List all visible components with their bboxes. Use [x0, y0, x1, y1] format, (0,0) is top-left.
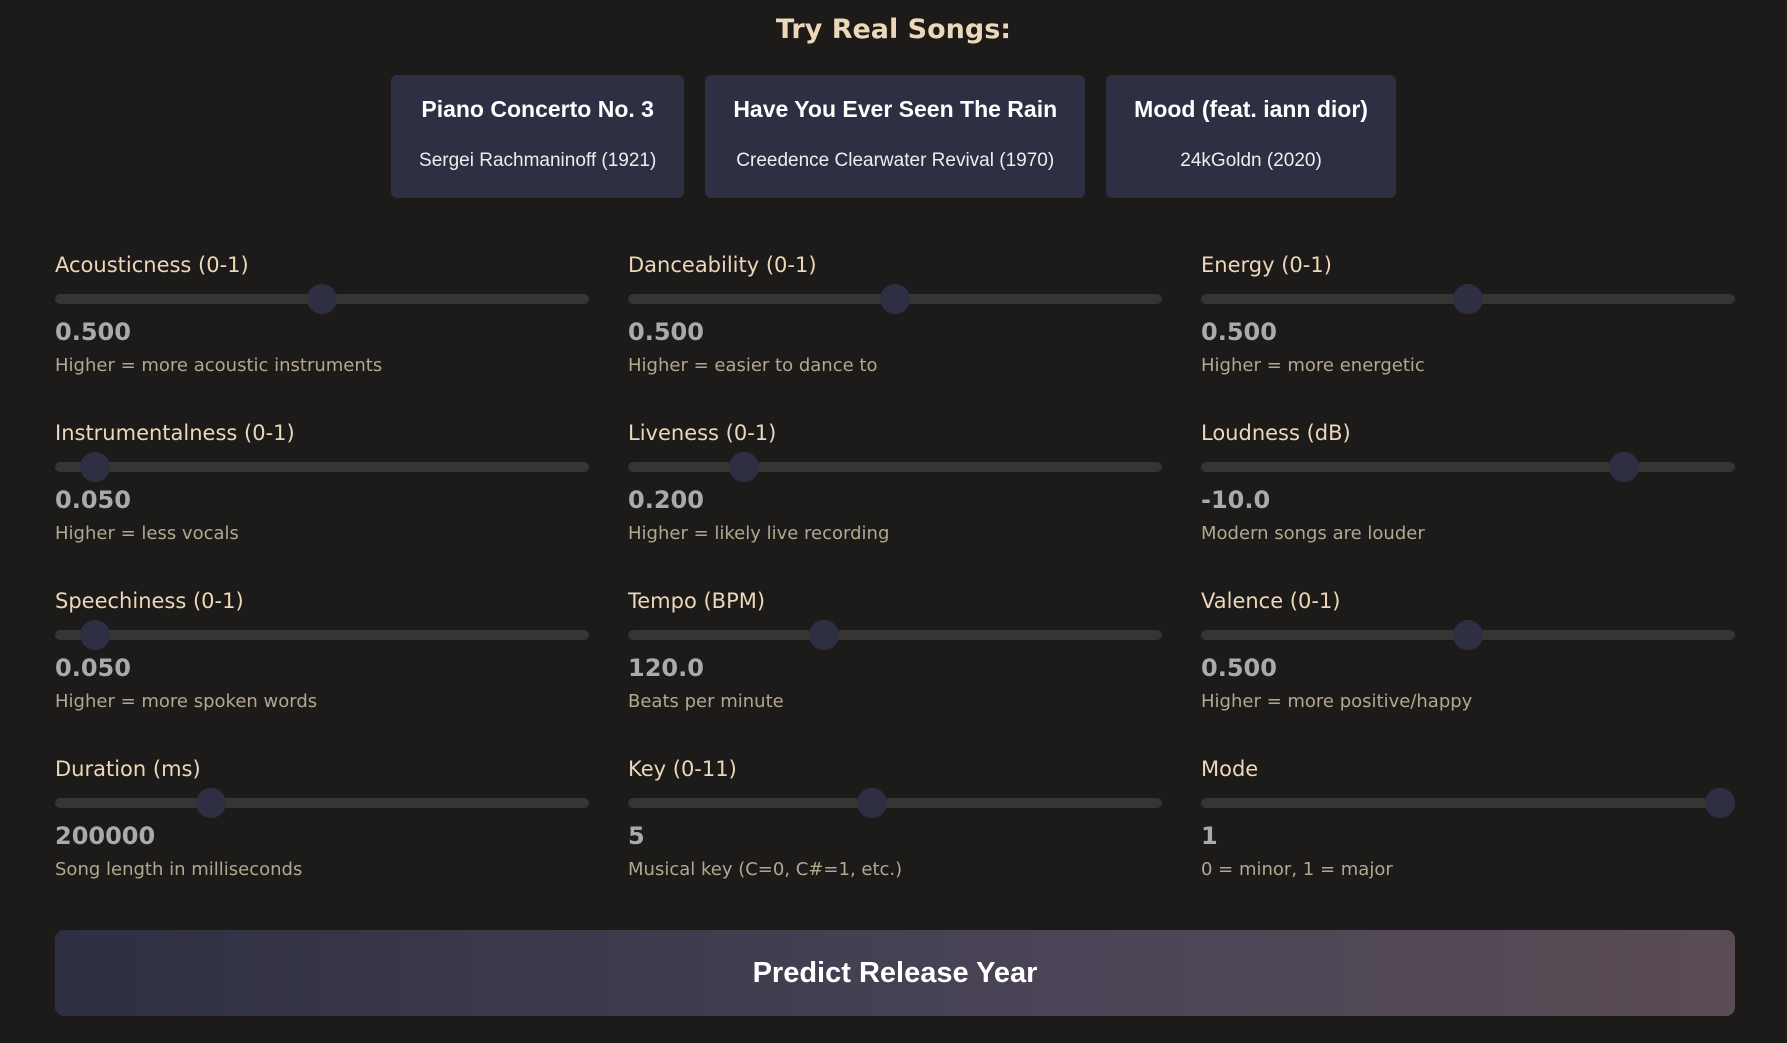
feature-grid: Acousticness (0-1) 0.500 Higher = more a…	[55, 250, 1735, 922]
song-title: Piano Concerto No. 3	[421, 96, 654, 122]
slider-thumb[interactable]	[80, 452, 111, 482]
slider-thumb[interactable]	[857, 788, 888, 818]
field-hint: Higher = more energetic	[1201, 355, 1425, 376]
field-hint: 0 = minor, 1 = major	[1201, 859, 1393, 880]
field-label: Key (0-11)	[628, 757, 737, 781]
liveness-slider[interactable]	[628, 452, 1162, 482]
field-hint: Beats per minute	[628, 691, 784, 712]
field-label: Tempo (BPM)	[628, 589, 766, 613]
field-value: 5	[628, 822, 645, 850]
song-examples: Piano Concerto No. 3 Sergei Rachmaninoff…	[0, 75, 1787, 198]
field-mode: Mode 1 0 = minor, 1 = major	[1201, 754, 1735, 922]
page: Try Real Songs: Piano Concerto No. 3 Ser…	[0, 0, 1787, 1043]
field-hint: Higher = more acoustic instruments	[55, 355, 383, 376]
field-label: Liveness (0-1)	[628, 421, 777, 445]
key-slider[interactable]	[628, 788, 1162, 818]
mode-slider[interactable]	[1201, 788, 1735, 818]
field-hint: Higher = more positive/happy	[1201, 691, 1473, 712]
field-label: Instrumentalness (0-1)	[55, 421, 295, 445]
field-value: 120.0	[628, 654, 704, 682]
song-card-24kgoldn[interactable]: Mood (feat. iann dior) 24kGoldn (2020)	[1106, 75, 1396, 198]
field-value: 0.200	[628, 486, 704, 514]
field-instrumentalness: Instrumentalness (0-1) 0.050 Higher = le…	[55, 418, 589, 586]
loudness-slider[interactable]	[1201, 452, 1735, 482]
slider-thumb[interactable]	[1453, 284, 1483, 314]
song-title: Mood (feat. iann dior)	[1134, 96, 1368, 122]
field-hint: Song length in milliseconds	[55, 859, 303, 880]
slider-thumb[interactable]	[1705, 788, 1735, 818]
song-title: Have You Ever Seen The Rain	[733, 96, 1058, 122]
field-hint: Higher = likely live recording	[628, 523, 890, 544]
field-hint: Higher = easier to dance to	[628, 355, 878, 376]
field-liveness: Liveness (0-1) 0.200 Higher = likely liv…	[628, 418, 1162, 586]
field-value: 200000	[55, 822, 156, 850]
field-label: Danceability (0-1)	[628, 253, 817, 277]
slider-thumb[interactable]	[880, 284, 910, 314]
song-artist: Sergei Rachmaninoff (1921)	[419, 150, 657, 171]
acousticness-slider[interactable]	[55, 284, 589, 314]
song-card-rachmaninoff[interactable]: Piano Concerto No. 3 Sergei Rachmaninoff…	[391, 75, 685, 198]
predict-button[interactable]: Predict Release Year	[55, 930, 1735, 1016]
field-value: 0.500	[55, 318, 131, 346]
field-speechiness: Speechiness (0-1) 0.050 Higher = more sp…	[55, 586, 589, 754]
instrumentalness-slider[interactable]	[55, 452, 589, 482]
field-label: Speechiness (0-1)	[55, 589, 244, 613]
slider-thumb[interactable]	[1609, 452, 1640, 482]
field-label: Loudness (dB)	[1201, 421, 1351, 445]
field-label: Duration (ms)	[55, 757, 201, 781]
section-title: Try Real Songs:	[775, 14, 1012, 45]
duration-slider[interactable]	[55, 788, 589, 818]
slider-thumb[interactable]	[196, 788, 227, 818]
speechiness-slider[interactable]	[55, 620, 589, 650]
field-danceability: Danceability (0-1) 0.500 Higher = easier…	[628, 250, 1162, 418]
field-key: Key (0-11) 5 Musical key (C=0, C#=1, etc…	[628, 754, 1162, 922]
field-value: 0.500	[1201, 654, 1277, 682]
field-loudness: Loudness (dB) -10.0 Modern songs are lou…	[1201, 418, 1735, 586]
tempo-slider[interactable]	[628, 620, 1162, 650]
valence-slider[interactable]	[1201, 620, 1735, 650]
field-value: 0.500	[1201, 318, 1277, 346]
song-artist: 24kGoldn (2020)	[1180, 150, 1322, 171]
field-hint: Higher = more spoken words	[55, 691, 318, 712]
field-label: Energy (0-1)	[1201, 253, 1332, 277]
slider-thumb[interactable]	[1453, 620, 1483, 650]
field-hint: Higher = less vocals	[55, 523, 239, 544]
song-artist: Creedence Clearwater Revival (1970)	[736, 150, 1055, 171]
field-label: Mode	[1201, 757, 1259, 781]
field-value: -10.0	[1201, 486, 1271, 514]
field-label: Valence (0-1)	[1201, 589, 1341, 613]
field-tempo: Tempo (BPM) 120.0 Beats per minute	[628, 586, 1162, 754]
slider-thumb[interactable]	[809, 620, 840, 650]
slider-thumb[interactable]	[728, 452, 759, 482]
energy-slider[interactable]	[1201, 284, 1735, 314]
field-label: Acousticness (0-1)	[55, 253, 249, 277]
field-valence: Valence (0-1) 0.500 Higher = more positi…	[1201, 586, 1735, 754]
danceability-slider[interactable]	[628, 284, 1162, 314]
field-energy: Energy (0-1) 0.500 Higher = more energet…	[1201, 250, 1735, 418]
field-value: 0.050	[55, 486, 131, 514]
field-value: 0.500	[628, 318, 704, 346]
slider-thumb[interactable]	[307, 284, 337, 314]
field-acousticness: Acousticness (0-1) 0.500 Higher = more a…	[55, 250, 589, 418]
song-card-ccr[interactable]: Have You Ever Seen The Rain Creedence Cl…	[705, 75, 1086, 198]
field-hint: Modern songs are louder	[1201, 523, 1425, 544]
field-value: 1	[1201, 822, 1218, 850]
field-duration: Duration (ms) 200000 Song length in mill…	[55, 754, 589, 922]
field-value: 0.050	[55, 654, 131, 682]
field-hint: Musical key (C=0, C#=1, etc.)	[628, 859, 903, 880]
slider-thumb[interactable]	[80, 620, 111, 650]
